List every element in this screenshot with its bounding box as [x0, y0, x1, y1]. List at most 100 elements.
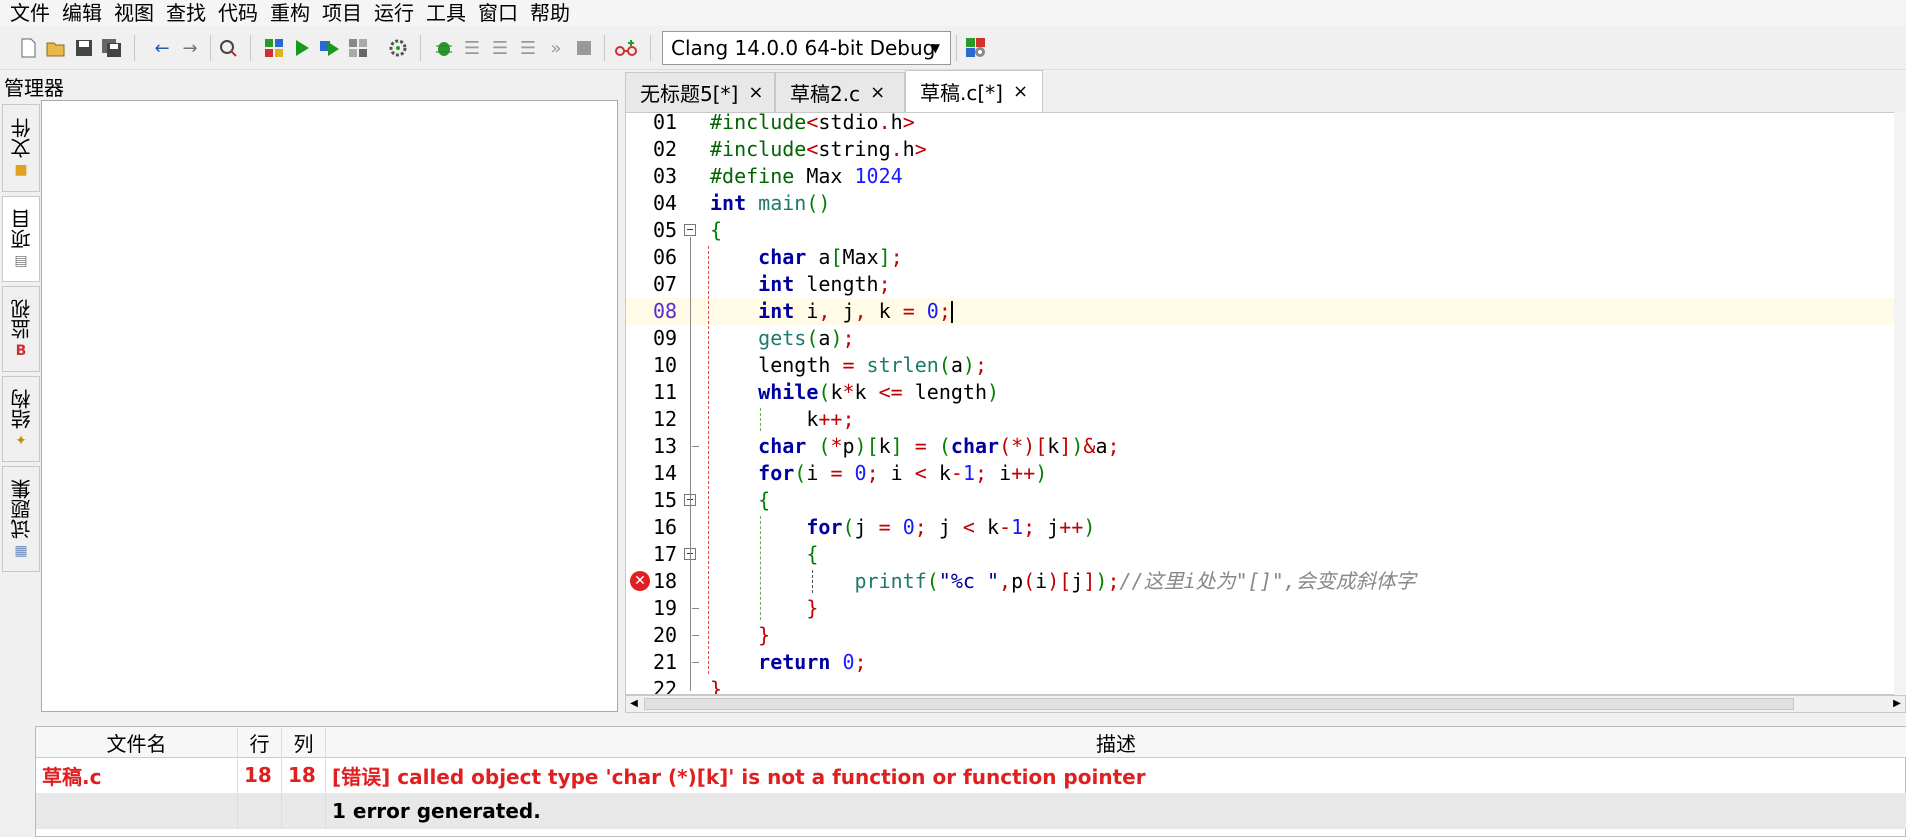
options-icon[interactable] — [964, 36, 988, 60]
new-file-icon[interactable] — [16, 36, 40, 60]
tab-draft[interactable]: 草稿.c[*] × — [905, 70, 1043, 112]
save-icon[interactable] — [72, 36, 96, 60]
save-all-icon[interactable] — [100, 36, 124, 60]
code-line[interactable]: 12 k++; — [626, 406, 1905, 433]
code-line[interactable]: 08 int i, j, k = 0; — [626, 298, 1905, 325]
code-line[interactable]: 05{ — [626, 217, 1905, 244]
compile-run-icon[interactable] — [318, 36, 342, 60]
code-editor[interactable]: 01 #include<stdio.h> 02 #include<string.h> 0… — [625, 112, 1906, 695]
close-icon[interactable]: × — [870, 82, 885, 103]
menu-tools[interactable]: 工具 — [420, 1, 472, 25]
line-number[interactable]: 07 — [653, 271, 693, 298]
code-line[interactable]: 16 for(j = 0; j < k-1; j++) — [626, 514, 1905, 541]
menu-search[interactable]: 查找 — [160, 1, 212, 25]
error-marker-icon[interactable]: ✕ — [630, 571, 650, 591]
compile-icon[interactable] — [262, 36, 286, 60]
line-number[interactable]: 18 — [653, 568, 693, 595]
line-number[interactable]: 20 — [653, 622, 693, 649]
glasses-icon[interactable] — [614, 36, 638, 60]
line-number[interactable]: 03 — [653, 163, 693, 190]
header-line[interactable]: 行 — [238, 727, 282, 757]
menu-run[interactable]: 运行 — [368, 1, 420, 25]
side-tab-project[interactable]: 项目 ▤ — [2, 196, 40, 282]
code-line[interactable]: 04 int main() — [626, 190, 1905, 217]
close-icon[interactable]: × — [748, 82, 763, 103]
scroll-left-icon[interactable]: ◀ — [626, 696, 642, 712]
code-line[interactable]: 13 char (*p)[k] = (char(*)[k])&a; — [626, 433, 1905, 460]
menu-file[interactable]: 文件 — [0, 1, 56, 25]
line-number[interactable]: 13 — [653, 433, 693, 460]
header-desc[interactable]: 描述 — [326, 727, 1906, 757]
table-row[interactable]: 草稿.c 18 18 [错误] called object type 'char… — [36, 757, 1906, 793]
line-number[interactable]: 21 — [653, 649, 693, 676]
header-file[interactable]: 文件名 — [36, 727, 238, 757]
vertical-scrollbar[interactable] — [1894, 112, 1906, 695]
code-line[interactable]: 03 #define Max 1024 — [626, 163, 1905, 190]
search-icon[interactable] — [216, 36, 240, 60]
code-line[interactable]: 22} — [626, 676, 1905, 694]
redo-icon[interactable]: → — [178, 36, 202, 60]
code-line[interactable]: 10 length = strlen(a); — [626, 352, 1905, 379]
menu-window[interactable]: 窗口 — [472, 1, 524, 25]
step-icon[interactable]: » — [544, 36, 568, 60]
scroll-right-icon[interactable]: ▶ — [1889, 696, 1905, 712]
code-line[interactable]: 14 for(i = 0; i < k-1; i++) — [626, 460, 1905, 487]
header-col[interactable]: 列 — [282, 727, 326, 757]
tab-draft2[interactable]: 草稿2.c × — [775, 72, 905, 112]
line-number[interactable]: 01 — [653, 113, 693, 136]
line-number[interactable]: 11 — [653, 379, 693, 406]
line-number[interactable]: 16 — [653, 514, 693, 541]
line-number[interactable]: 08 — [653, 298, 693, 325]
line-number[interactable]: 02 — [653, 136, 693, 163]
row-desc: 1 error generated. — [326, 793, 1906, 829]
menu-project[interactable]: 项目 — [316, 1, 368, 25]
code-line[interactable]: 17 { — [626, 541, 1905, 568]
close-icon[interactable]: × — [1013, 81, 1028, 102]
code-line[interactable]: 15 { — [626, 487, 1905, 514]
tab-untitled5[interactable]: 无标题5[*] × — [625, 72, 775, 112]
table-row[interactable]: 1 error generated. — [36, 793, 1906, 829]
code-line[interactable]: 19 } — [626, 595, 1905, 622]
open-file-icon[interactable] — [44, 36, 68, 60]
menu-edit[interactable]: 编辑 — [56, 1, 108, 25]
bug-icon[interactable] — [432, 36, 456, 60]
menu-refactor[interactable]: 重构 — [264, 1, 316, 25]
fold-toggle-icon[interactable] — [684, 224, 696, 236]
debug-icon[interactable] — [386, 36, 410, 60]
code-line[interactable]: 21 return 0; — [626, 649, 1905, 676]
code-line[interactable]: 11 while(k*k <= length) — [626, 379, 1905, 406]
line-number[interactable]: 12 — [653, 406, 693, 433]
code-line[interactable]: 07 int length; — [626, 271, 1905, 298]
line-number[interactable]: 04 — [653, 190, 693, 217]
menu-help[interactable]: 帮助 — [524, 1, 576, 25]
menu-code[interactable]: 代码 — [212, 1, 264, 25]
side-tab-files[interactable]: 文件 ■ — [2, 104, 40, 192]
line-number[interactable]: 14 — [653, 460, 693, 487]
line-number[interactable]: 06 — [653, 244, 693, 271]
stop-icon[interactable] — [572, 36, 596, 60]
horizontal-scrollbar[interactable]: ◀ ▶ — [625, 695, 1906, 713]
code-line[interactable]: 09 gets(a); — [626, 325, 1905, 352]
code-line[interactable]: 02 #include<string.h> — [626, 136, 1905, 163]
side-tab-structure[interactable]: 结构 ✦ — [2, 376, 40, 462]
indent-icon[interactable]: ☰ — [460, 36, 484, 60]
code-line[interactable]: 01 #include<stdio.h> — [626, 113, 1905, 136]
side-tab-watch[interactable]: 监视 B — [2, 286, 40, 372]
run-icon[interactable] — [290, 36, 314, 60]
unindent-icon[interactable]: ☰ — [488, 36, 512, 60]
undo-icon[interactable]: ← — [150, 36, 174, 60]
code-line[interactable]: 20 } — [626, 622, 1905, 649]
line-number[interactable]: 19 — [653, 595, 693, 622]
compiler-select[interactable]: Clang 14.0.0 64-bit Debug ▼ — [662, 31, 951, 65]
line-number[interactable]: 09 — [653, 325, 693, 352]
side-tab-problemset[interactable]: 试题集 ▦ — [2, 466, 40, 572]
line-number[interactable]: 22 — [653, 676, 693, 694]
manager-panel[interactable] — [41, 100, 618, 712]
outdent-icon[interactable]: ☰ — [516, 36, 540, 60]
line-number[interactable]: 10 — [653, 352, 693, 379]
code-line[interactable]: 06 char a[Max]; — [626, 244, 1905, 271]
rebuild-icon[interactable] — [346, 36, 370, 60]
menu-view[interactable]: 视图 — [108, 1, 160, 25]
scrollbar-thumb[interactable] — [644, 698, 1794, 710]
code-line[interactable]: 18 ✕ printf("%c ",p(i)[j]);//这里i处为"[]",会变… — [626, 568, 1905, 595]
